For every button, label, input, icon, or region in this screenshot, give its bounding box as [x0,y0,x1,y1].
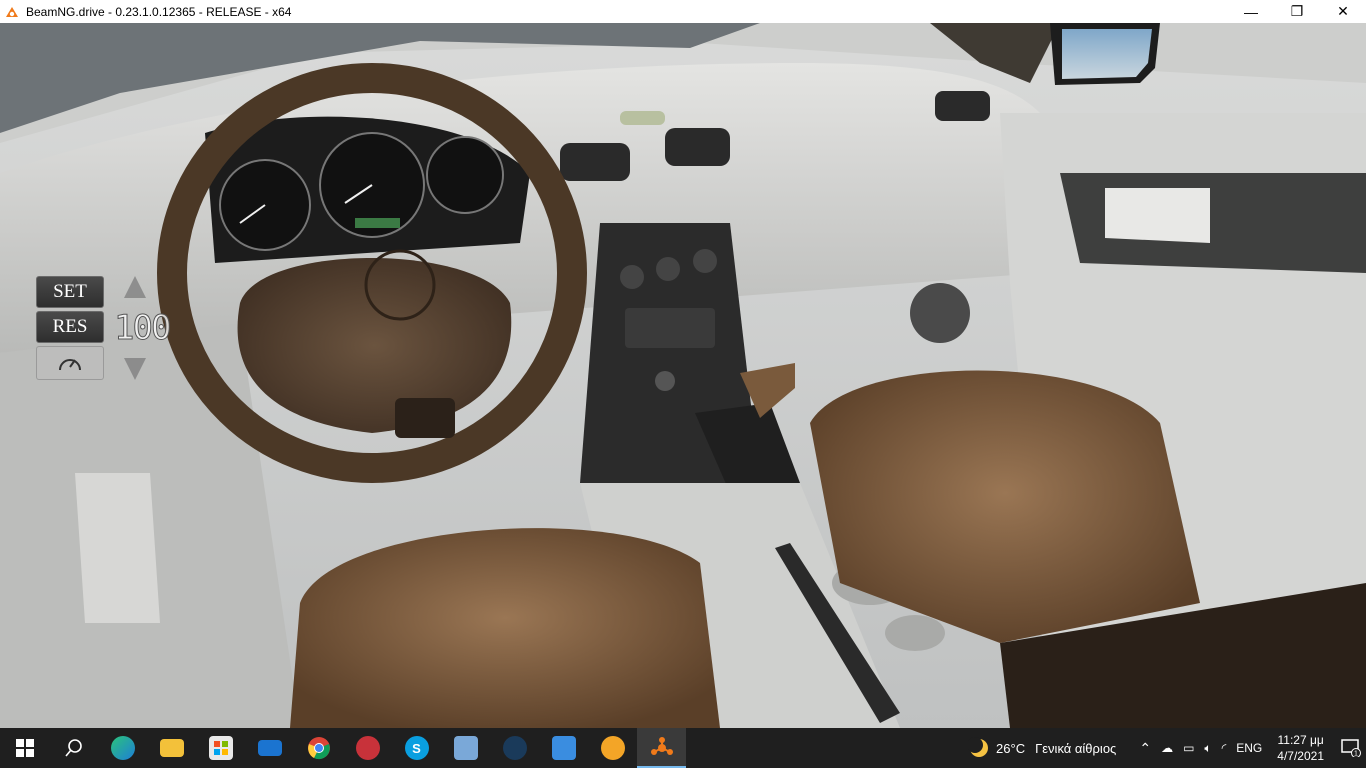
red-app-icon [355,736,380,760]
photos-icon [453,736,478,760]
notification-icon: 1 [1341,739,1361,757]
maximize-button[interactable]: ❐ [1274,0,1320,23]
taskbar-beamng[interactable] [637,728,686,768]
volume-icon[interactable]: 🔈︎ [1204,741,1211,756]
weather-temperature: 26°C [996,740,1026,756]
battery-icon[interactable]: ▭ [1183,741,1194,755]
cruise-control-panel: SET RES 100 [34,274,174,386]
notification-center-button[interactable]: 1 [1336,728,1366,768]
close-button[interactable]: ✕ [1320,0,1366,23]
cruise-set-button[interactable]: SET [36,276,104,308]
notification-count: 1 [1354,751,1358,758]
taskbar-mail[interactable] [245,728,294,768]
taskbar-edge[interactable] [98,728,147,768]
cruise-resume-button[interactable]: RES [36,311,104,343]
clock-date: 4/7/2021 [1277,749,1324,763]
taskbar-chrome[interactable] [294,728,343,768]
steam-icon [502,736,527,760]
edge-icon [110,736,135,760]
arrow-up-icon[interactable] [124,276,146,298]
start-button[interactable] [0,728,49,768]
taskbar-brave[interactable] [588,728,637,768]
beamng-icon [650,737,673,755]
system-tray: 26°C Γενικά αίθριος ⌃ ☁ ▭ 🔈︎ ◜ ENG 11:27… [963,728,1366,768]
taskbar-store[interactable] [196,728,245,768]
onedrive-icon[interactable]: ☁ [1161,741,1173,755]
taskbar-blue-app[interactable] [539,728,588,768]
window-titlebar: BeamNG.drive - 0.23.1.0.12365 - RELEASE … [0,0,1366,23]
taskbar-skype[interactable]: S [392,728,441,768]
brave-icon [600,736,625,760]
cruise-speed-display: 100 [113,308,171,349]
weather-description: Γενικά αίθριος [1035,740,1117,756]
window-title: BeamNG.drive - 0.23.1.0.12365 - RELEASE … [26,4,292,19]
folder-icon [159,739,184,757]
minimize-button[interactable]: — [1228,0,1274,23]
language-indicator[interactable]: ENG [1236,741,1262,755]
speedometer-icon[interactable] [36,346,104,380]
store-icon [208,736,233,760]
chrome-icon [307,737,330,760]
weather-widget[interactable]: 26°C Γενικά αίθριος [968,737,1116,759]
search-icon [64,739,82,757]
taskbar-red-app[interactable] [343,728,392,768]
moon-weather-icon [968,737,989,757]
mail-icon [257,740,282,756]
skype-icon: S [404,736,429,760]
windows-taskbar: S 26°C Γενικά αίθριος ⌃ ☁ ▭ 🔈︎ ◜ ENG 11:… [0,728,1366,768]
windows-start-icon [15,739,34,757]
arrow-down-icon[interactable] [124,358,146,380]
chevron-up-icon[interactable]: ⌃ [1139,740,1151,757]
game-viewport[interactable]: SET RES 100 [0,23,1366,728]
taskbar-steam[interactable] [490,728,539,768]
search-button[interactable] [49,728,98,768]
blue-app-icon [551,736,576,760]
taskbar-file-explorer[interactable] [147,728,196,768]
wifi-icon[interactable]: ◜ [1222,741,1227,755]
clock[interactable]: 11:27 μμ 4/7/2021 [1277,732,1324,764]
clock-time: 11:27 μμ [1277,733,1324,747]
taskbar-photos[interactable] [441,728,490,768]
car-interior-scene [0,23,1366,728]
beamng-logo-icon [6,6,18,17]
